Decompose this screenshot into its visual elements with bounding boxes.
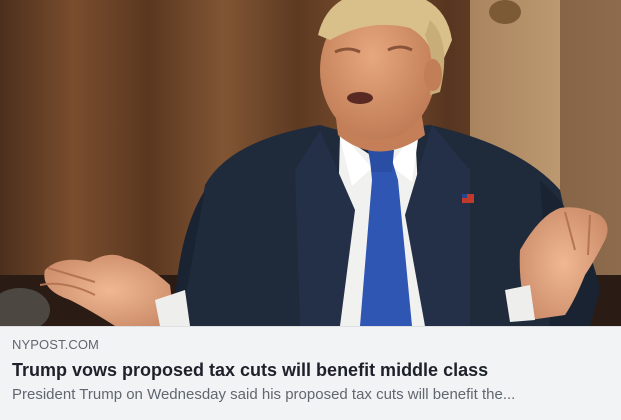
preview-image[interactable] [0,0,621,326]
link-preview-text[interactable]: NYPOST.COM Trump vows proposed tax cuts … [0,326,621,420]
source-domain: NYPOST.COM [12,337,99,352]
link-preview-card[interactable]: NYPOST.COM Trump vows proposed tax cuts … [0,0,621,420]
article-headline[interactable]: Trump vows proposed tax cuts will benefi… [12,359,609,381]
news-photo [0,0,621,326]
article-description: President Trump on Wednesday said his pr… [12,386,516,403]
